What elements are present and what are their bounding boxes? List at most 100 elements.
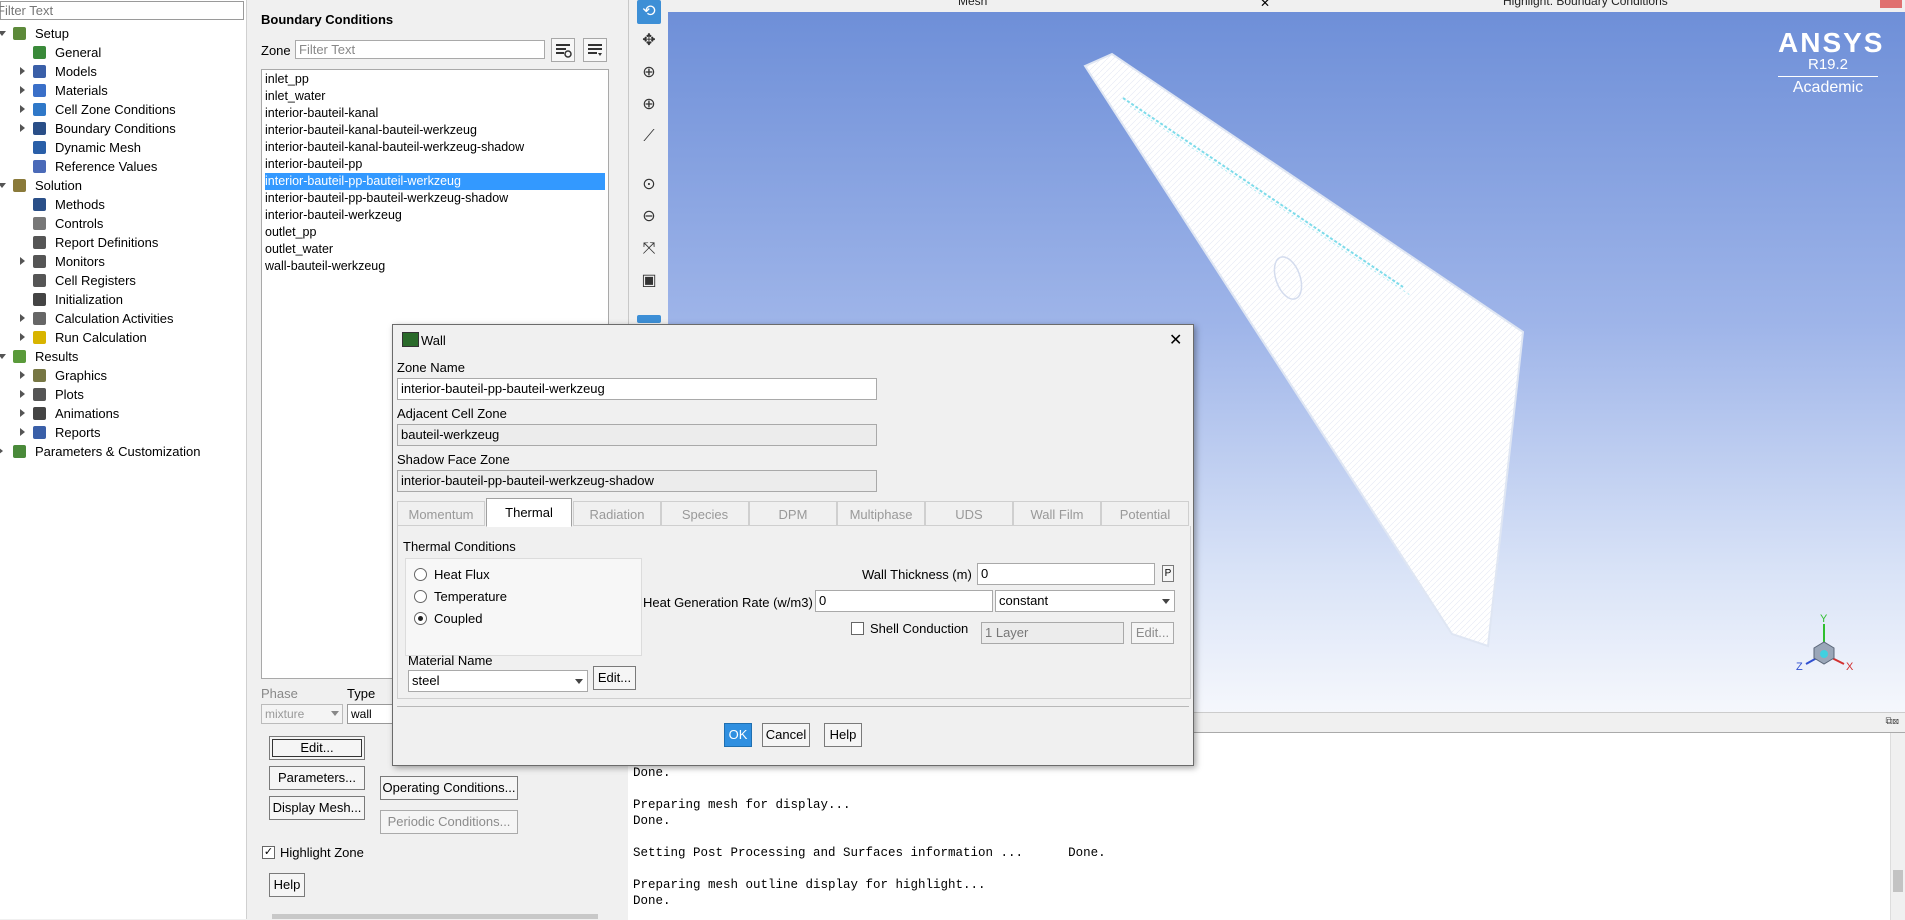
chevron-down-icon[interactable] xyxy=(0,31,6,36)
tree-item-initialization[interactable]: Initialization xyxy=(0,290,244,309)
help-button[interactable]: Help xyxy=(269,873,305,897)
pan-icon[interactable]: ✥ xyxy=(637,29,661,53)
chevron-right-icon[interactable] xyxy=(20,105,25,113)
wall-thickness-input[interactable]: 0 xyxy=(977,563,1155,585)
chevron-right-icon[interactable] xyxy=(20,409,25,417)
chevron-right-icon[interactable] xyxy=(20,314,25,322)
zoom-icon[interactable]: ⊕ xyxy=(637,61,661,85)
close-icon[interactable]: ✕ xyxy=(1169,330,1182,350)
tree-item-dynamic-mesh[interactable]: Dynamic Mesh xyxy=(0,138,244,157)
ok-button[interactable]: OK xyxy=(724,723,752,747)
tab-potential[interactable]: Potential xyxy=(1101,501,1189,526)
tab-uds[interactable]: UDS xyxy=(925,501,1013,526)
tree-item-results[interactable]: Results xyxy=(0,347,244,366)
zone-list-item[interactable]: inlet_water xyxy=(265,88,605,105)
scrollbar-thumb[interactable] xyxy=(1893,870,1903,892)
tree-item-methods[interactable]: Methods xyxy=(0,195,244,214)
tab-radiation[interactable]: Radiation xyxy=(573,501,661,526)
tab-highlight[interactable]: Highlight: Boundary Conditions xyxy=(1503,0,1668,8)
zone-filter-input[interactable]: Filter Text xyxy=(295,40,545,59)
tab-dpm[interactable]: DPM xyxy=(749,501,837,526)
chevron-right-icon[interactable] xyxy=(20,371,25,379)
tab-thermal[interactable]: Thermal xyxy=(486,498,572,527)
tab-momentum[interactable]: Momentum xyxy=(397,501,485,526)
tree-item-materials[interactable]: Materials xyxy=(0,81,244,100)
tab-wall-film[interactable]: Wall Film xyxy=(1013,501,1101,526)
zone-list-item[interactable]: outlet_water xyxy=(265,241,605,258)
filter-options-icon[interactable] xyxy=(551,38,575,62)
type-select[interactable]: wall xyxy=(347,704,397,724)
coupled-radio[interactable] xyxy=(414,612,427,625)
zone-list-item[interactable]: interior-bauteil-pp xyxy=(265,156,605,173)
tree-item-cell-registers[interactable]: Cell Registers xyxy=(0,271,244,290)
temperature-radio[interactable] xyxy=(414,590,427,603)
tree-item-general[interactable]: General xyxy=(0,43,244,62)
dialog-help-button[interactable]: Help xyxy=(824,723,862,747)
tree-item-reports[interactable]: Reports xyxy=(0,423,244,442)
phase-select[interactable]: mixture xyxy=(261,704,343,724)
highlight-zone-checkbox[interactable]: ✓ xyxy=(262,846,275,859)
chevron-right-icon[interactable] xyxy=(20,428,25,436)
toolbar-more-icon[interactable] xyxy=(637,315,661,323)
tree-item-plots[interactable]: Plots xyxy=(0,385,244,404)
tree-filter-input[interactable]: Filter Text xyxy=(0,1,244,20)
periodic-conditions-button[interactable]: Periodic Conditions... xyxy=(380,810,518,834)
tree-item-report-definitions[interactable]: Report Definitions xyxy=(0,233,244,252)
tree-item-reference-values[interactable]: Reference Values xyxy=(0,157,244,176)
tab-multiphase[interactable]: Multiphase xyxy=(837,501,925,526)
panel-scrollbar[interactable] xyxy=(272,914,598,919)
tree-item-calculation-activities[interactable]: Calculation Activities xyxy=(0,309,244,328)
zone-list-item[interactable]: interior-bauteil-werkzeug xyxy=(265,207,605,224)
axes-icon[interactable]: ⤧ xyxy=(637,237,661,261)
tab-species[interactable]: Species xyxy=(661,501,749,526)
zone-list-item[interactable]: interior-bauteil-pp-bauteil-werkzeug-sha… xyxy=(265,190,605,207)
zone-list-item[interactable]: interior-bauteil-pp-bauteil-werkzeug xyxy=(265,173,605,190)
zone-list-item[interactable]: interior-bauteil-kanal xyxy=(265,105,605,122)
tree-item-boundary-conditions[interactable]: Boundary Conditions xyxy=(0,119,244,138)
chevron-down-icon[interactable] xyxy=(0,183,6,188)
tab-mesh[interactable]: Mesh xyxy=(958,0,987,8)
heat-flux-radio[interactable] xyxy=(414,568,427,581)
console-scrollbar[interactable] xyxy=(1890,733,1905,920)
tree-item-setup[interactable]: Setup xyxy=(0,24,244,43)
cancel-button[interactable]: Cancel xyxy=(762,723,810,747)
zone-list-item[interactable]: interior-bauteil-kanal-bauteil-werkzeug xyxy=(265,122,605,139)
camera-icon[interactable]: ▣ xyxy=(637,269,661,293)
shell-edit-button[interactable]: Edit... xyxy=(1131,622,1174,644)
list-options-icon[interactable] xyxy=(583,38,607,62)
edit-button[interactable]: Edit... xyxy=(269,736,365,760)
heat-generation-input[interactable]: 0 xyxy=(815,590,993,612)
tree-item-parameters-customization[interactable]: Parameters & Customization xyxy=(0,442,244,461)
close-window-icon[interactable] xyxy=(1880,0,1902,8)
material-edit-button[interactable]: Edit... xyxy=(593,666,636,690)
probe-icon[interactable]: ⟋ xyxy=(637,125,661,149)
chevron-right-icon[interactable] xyxy=(20,86,25,94)
zoom-out-icon[interactable]: ⊖ xyxy=(637,205,661,229)
chevron-right-icon[interactable] xyxy=(0,447,3,455)
zone-list-item[interactable]: interior-bauteil-kanal-bauteil-werkzeug-… xyxy=(265,139,605,156)
display-mesh-button[interactable]: Display Mesh... xyxy=(269,796,365,820)
chevron-right-icon[interactable] xyxy=(20,333,25,341)
heat-generation-method-select[interactable]: constant xyxy=(995,590,1175,612)
chevron-right-icon[interactable] xyxy=(20,390,25,398)
chevron-right-icon[interactable] xyxy=(20,124,25,132)
zoom-fit-icon[interactable]: ⊙ xyxy=(637,173,661,197)
zone-list-item[interactable]: outlet_pp xyxy=(265,224,605,241)
rotate-icon[interactable]: ⟲ xyxy=(637,0,661,24)
tree-item-animations[interactable]: Animations xyxy=(0,404,244,423)
chevron-down-icon[interactable] xyxy=(0,354,6,359)
chevron-right-icon[interactable] xyxy=(20,67,25,75)
zone-list-item[interactable]: wall-bauteil-werkzeug xyxy=(265,258,605,275)
tree-item-cell-zone-conditions[interactable]: Cell Zone Conditions xyxy=(0,100,244,119)
tree-item-models[interactable]: Models xyxy=(0,62,244,81)
parameter-p-button[interactable]: P xyxy=(1162,565,1174,582)
close-icon[interactable]: ✕ xyxy=(1260,0,1270,10)
material-name-select[interactable]: steel xyxy=(408,670,588,692)
zone-name-field[interactable]: interior-bauteil-pp-bauteil-werkzeug xyxy=(397,378,877,400)
tree-item-run-calculation[interactable]: Run Calculation xyxy=(0,328,244,347)
tree-item-graphics[interactable]: Graphics xyxy=(0,366,244,385)
zone-list-item[interactable]: inlet_pp xyxy=(265,71,605,88)
chevron-right-icon[interactable] xyxy=(20,257,25,265)
shell-conduction-checkbox[interactable] xyxy=(851,622,864,635)
maximize-icon[interactable]: ⧉⊠ xyxy=(1886,716,1900,727)
